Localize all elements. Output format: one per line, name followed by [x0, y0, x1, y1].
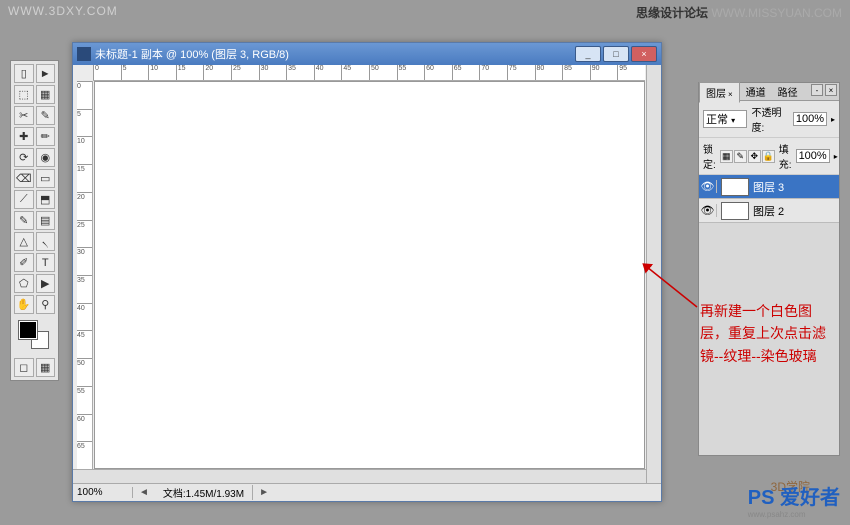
tool-3-0[interactable]: ✚	[14, 127, 34, 146]
watermark-3dxy: WWW.3DXY.COM	[8, 4, 118, 18]
tool-2-1[interactable]: ✎	[36, 106, 56, 125]
close-icon: ×	[728, 90, 733, 99]
toolbox-panel: ▯►⬚▦✂✎✚✏⟳◉⌫▭⟋⬒✎▤△৲✐T⬠▶✋⚲ ◻ ▦	[10, 60, 59, 381]
fill-input[interactable]: 100%	[796, 149, 830, 163]
lock-all-icon[interactable]: 🔒	[762, 150, 775, 163]
foreground-color-swatch[interactable]	[19, 321, 37, 339]
status-chevron-left-icon[interactable]: ◄	[133, 487, 155, 498]
vertical-scrollbar[interactable]	[646, 65, 661, 483]
document-titlebar[interactable]: 未标题-1 副本 @ 100% (图层 3, RGB/8) _ □ ×	[73, 43, 661, 65]
tool-5-1[interactable]: ▭	[36, 169, 56, 188]
tool-9-1[interactable]: T	[36, 253, 56, 272]
horizontal-ruler[interactable]: 05101520253035404550556065707580859095	[93, 65, 645, 81]
panel-minimize-icon[interactable]: -	[811, 84, 823, 96]
status-bar: 100% ◄ 文档:1.45M/1.93M ►	[73, 483, 661, 501]
window-close-button[interactable]: ×	[631, 46, 657, 62]
tool-8-1[interactable]: ৲	[36, 232, 56, 251]
chevron-down-icon: ▾	[731, 116, 735, 125]
tool-3-1[interactable]: ✏	[36, 127, 56, 146]
tool-5-0[interactable]: ⌫	[14, 169, 34, 188]
tool-4-1[interactable]: ◉	[36, 148, 56, 167]
tab-channels[interactable]: 通道	[740, 82, 772, 101]
opacity-input[interactable]: 100%	[793, 112, 827, 126]
document-info: 文档:1.45M/1.93M	[155, 485, 253, 500]
annotation-text: 再新建一个白色图层，重复上次点击滤镜--纹理--染色玻璃	[700, 300, 830, 367]
panel-tabs: 图层× 通道 路径 - ×	[699, 83, 839, 101]
opacity-label: 不透明度:	[751, 104, 788, 134]
window-maximize-button[interactable]: □	[603, 46, 629, 62]
tool-6-0[interactable]: ⟋	[14, 190, 34, 209]
quickmask-toggle[interactable]: ◻	[14, 358, 34, 377]
tool-11-1[interactable]: ⚲	[36, 295, 56, 314]
tool-11-0[interactable]: ✋	[14, 295, 34, 314]
ps-file-icon	[77, 47, 91, 61]
status-chevron-right-icon[interactable]: ►	[253, 487, 275, 498]
lock-label: 锁定:	[703, 141, 716, 171]
tool-7-1[interactable]: ▤	[36, 211, 56, 230]
tool-0-1[interactable]: ►	[36, 64, 56, 83]
layer-thumbnail[interactable]	[721, 202, 749, 220]
document-title: 未标题-1 副本 @ 100% (图层 3, RGB/8)	[95, 46, 575, 62]
fill-label: 填充:	[779, 141, 792, 171]
tool-2-0[interactable]: ✂	[14, 106, 34, 125]
tab-layers[interactable]: 图层×	[699, 82, 740, 103]
layer-visibility-icon[interactable]: 👁	[699, 204, 717, 217]
blend-mode-select[interactable]: 正常 ▾	[703, 110, 747, 128]
document-window: 未标题-1 副本 @ 100% (图层 3, RGB/8) _ □ × 0510…	[72, 42, 662, 502]
layer-row[interactable]: 👁 图层 3	[699, 175, 839, 199]
layer-visibility-icon[interactable]: 👁	[699, 180, 717, 193]
tool-9-0[interactable]: ✐	[14, 253, 34, 272]
zoom-level[interactable]: 100%	[73, 487, 133, 498]
layer-thumbnail[interactable]	[721, 178, 749, 196]
tool-8-0[interactable]: △	[14, 232, 34, 251]
lock-position-icon[interactable]: ✥	[748, 150, 761, 163]
tool-1-0[interactable]: ⬚	[14, 85, 34, 104]
vertical-ruler[interactable]: 05101520253035404550556065	[77, 81, 93, 469]
tool-10-0[interactable]: ⬠	[14, 274, 34, 293]
chevron-right-icon[interactable]: ▸	[831, 115, 835, 124]
watermark-psahz: PS 爱好者 www.psahz.com	[748, 481, 840, 519]
layer-name-label: 图层 3	[753, 179, 784, 195]
tool-6-1[interactable]: ⬒	[36, 190, 56, 209]
chevron-right-icon[interactable]: ▸	[834, 152, 838, 161]
lock-transparency-icon[interactable]: ▦	[720, 150, 733, 163]
layers-panel: 图层× 通道 路径 - × 正常 ▾ 不透明度: 100% ▸ 锁定: ▦ ✎ …	[698, 82, 840, 456]
window-minimize-button[interactable]: _	[575, 46, 601, 62]
watermark-missyuan: 思缘设计论坛 WWW.MISSYUAN.COM	[636, 4, 842, 21]
layer-row[interactable]: 👁 图层 2	[699, 199, 839, 223]
canvas-area[interactable]	[94, 81, 645, 469]
tool-7-0[interactable]: ✎	[14, 211, 34, 230]
horizontal-scrollbar[interactable]	[73, 469, 646, 483]
lock-pixels-icon[interactable]: ✎	[734, 150, 747, 163]
tool-10-1[interactable]: ▶	[36, 274, 56, 293]
color-swatches[interactable]	[13, 319, 56, 355]
tool-1-1[interactable]: ▦	[36, 85, 56, 104]
layer-name-label: 图层 2	[753, 203, 784, 219]
panel-close-icon[interactable]: ×	[825, 84, 837, 96]
tool-4-0[interactable]: ⟳	[14, 148, 34, 167]
tool-0-0[interactable]: ▯	[14, 64, 34, 83]
tab-paths[interactable]: 路径	[772, 82, 804, 101]
screenmode-toggle[interactable]: ▦	[36, 358, 56, 377]
